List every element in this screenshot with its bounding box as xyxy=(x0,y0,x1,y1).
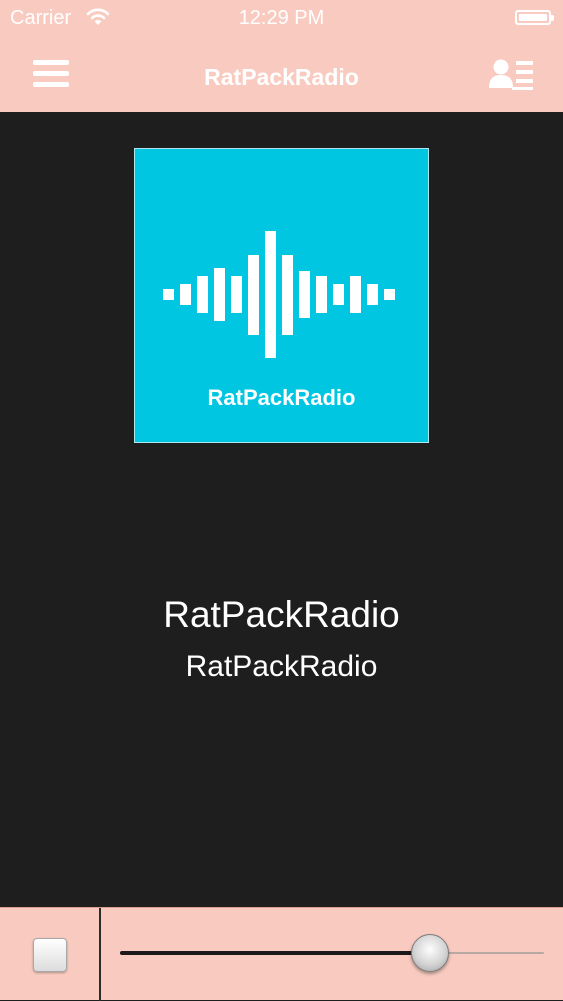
station-artwork: RatPackRadio xyxy=(134,148,429,443)
top-bar: Carrier 12:29 PM RatPackRadio xyxy=(0,0,563,112)
slider-knob[interactable] xyxy=(411,934,449,972)
clock: 12:29 PM xyxy=(238,7,325,29)
player-bar xyxy=(0,907,563,1001)
sound-wave-icon xyxy=(163,231,395,358)
stop-icon[interactable] xyxy=(33,938,67,972)
station-subtitle: RatPackRadio xyxy=(185,650,378,683)
status-bar: Carrier 12:29 PM xyxy=(0,0,563,36)
volume-slider[interactable] xyxy=(120,934,544,974)
artwork-label: RatPackRadio xyxy=(207,385,356,410)
profile-list-icon[interactable] xyxy=(488,58,534,90)
slider-fill xyxy=(120,951,430,955)
page-title: RatPackRadio xyxy=(204,64,359,90)
navigation-bar: RatPackRadio xyxy=(0,36,563,112)
player-divider xyxy=(99,908,101,1001)
battery-icon xyxy=(515,10,554,25)
station-name: RatPackRadio xyxy=(163,594,400,635)
